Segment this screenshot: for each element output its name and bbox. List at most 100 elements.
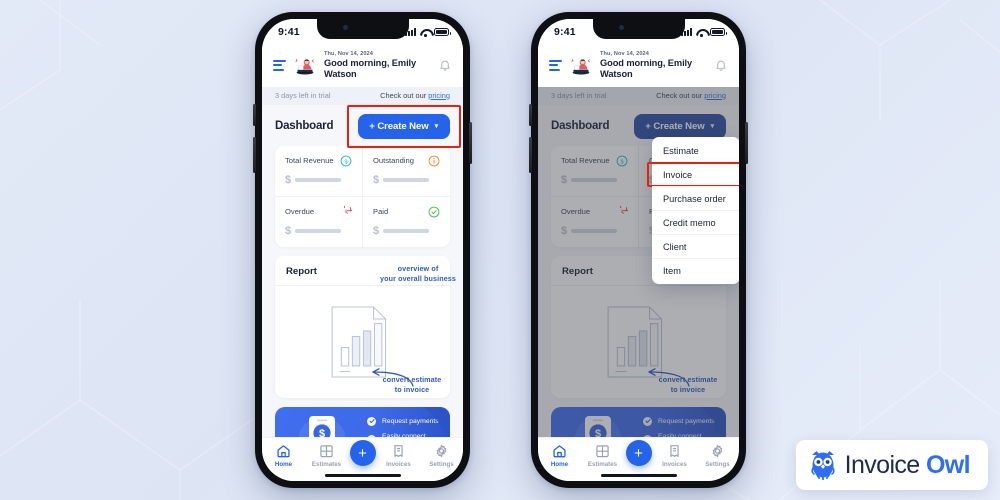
- stat-overdue[interactable]: Overdue $: [551, 197, 638, 247]
- phone-side-button: [469, 122, 472, 164]
- trial-days-left: 3 days left in trial: [551, 90, 607, 100]
- dollar-circle-icon: $: [340, 155, 352, 167]
- stat-paid[interactable]: Paid $: [362, 196, 450, 247]
- pricing-link[interactable]: pricing: [428, 91, 450, 100]
- dropdown-item-item[interactable]: Item: [652, 258, 739, 282]
- phone-mockup-right: 9:41 Thu, Nov 14, 2024 Good morning, Emi…: [529, 12, 748, 488]
- report-card: Report overview ofyour overall business: [275, 255, 456, 398]
- create-new-wrapper: + Create New ▾: [347, 104, 461, 148]
- phone-side-button: [745, 122, 748, 164]
- plus-icon: +: [358, 444, 367, 462]
- annotation-convert: convert estimate to invoice: [382, 374, 442, 395]
- nav-label: Settings: [705, 460, 730, 468]
- check-circle-icon: [428, 206, 440, 218]
- create-new-button[interactable]: + Create New ▾: [634, 113, 726, 139]
- stat-total-revenue[interactable]: Total Revenue $ $: [551, 146, 638, 196]
- check-icon: [643, 416, 652, 426]
- promo-decor-swoosh: [424, 406, 450, 437]
- front-camera-icon: [618, 25, 624, 30]
- nav-label: Home: [550, 460, 569, 468]
- nav-item-settings[interactable]: Settings: [698, 444, 738, 468]
- stat-value: $: [373, 225, 440, 237]
- promo-decor-swoosh: [700, 406, 726, 437]
- battery-icon: [710, 28, 727, 36]
- stat-label: Total Revenue: [285, 156, 334, 166]
- phone-screen-right: 9:41 Thu, Nov 14, 2024 Good morning, Emi…: [538, 19, 739, 481]
- stat-overdue[interactable]: Overdue $: [275, 197, 362, 247]
- phone-mockup-left: 9:41 Thu, Nov 14, 2024 Good morning, Emi…: [253, 12, 472, 488]
- nav-item-settings[interactable]: Settings: [422, 444, 462, 468]
- currency-symbol: $: [285, 173, 292, 186]
- stat-label: Paid: [373, 207, 389, 217]
- nav-item-invoices[interactable]: Invoices: [655, 444, 695, 468]
- nav-item-estimates[interactable]: Estimates: [583, 444, 623, 468]
- dropdown-item-purchase-order[interactable]: Purchase order: [652, 186, 739, 210]
- gear-icon: [712, 444, 723, 458]
- pricing-link[interactable]: pricing: [704, 91, 726, 100]
- promo-banner[interactable]: $ Request payments Easily connect: [275, 406, 450, 437]
- nav-item-invoices[interactable]: Invoices: [379, 444, 419, 468]
- create-new-dropdown[interactable]: Estimate Invoice Purchase order Credit m…: [647, 137, 739, 284]
- create-fab-button[interactable]: +: [349, 440, 376, 466]
- app-container-left: Thu, Nov 14, 2024 Good morning, Emily Wa…: [262, 45, 463, 481]
- header-text: Thu, Nov 14, 2024 Good morning, Emily Wa…: [600, 51, 708, 80]
- info-circle-icon: [428, 155, 440, 167]
- status-bar-time: 9:41: [554, 26, 576, 38]
- screenshot-stage: 9:41 Thu, Nov 14, 2024 Good morning, Emi…: [0, 0, 1000, 500]
- nav-item-estimates[interactable]: Estimates: [307, 444, 347, 468]
- stat-label: Outstanding: [373, 156, 414, 166]
- stats-row: Total Revenue $ $: [275, 145, 450, 196]
- stat-total-revenue[interactable]: Total Revenue $ $: [275, 146, 362, 196]
- chevron-down-icon: ▾: [434, 123, 439, 131]
- create-fab-button[interactable]: +: [625, 440, 652, 466]
- page-title: Dashboard: [275, 120, 334, 133]
- value-placeholder-bar: [295, 178, 342, 182]
- dropdown-item-credit-memo[interactable]: Credit memo: [652, 210, 739, 234]
- app-header: Thu, Nov 14, 2024 Good morning, Emily Wa…: [262, 45, 463, 87]
- status-bar-icons: [681, 28, 727, 37]
- nav-item-home[interactable]: Home: [264, 444, 304, 468]
- stats-card: Total Revenue $ $: [275, 145, 450, 247]
- nav-label: Invoices: [386, 460, 411, 468]
- svg-text:$: $: [595, 428, 601, 437]
- check-icon: [367, 416, 376, 426]
- stat-label: Overdue: [285, 207, 315, 217]
- clock-refresh-icon: [344, 205, 352, 214]
- notification-bell-icon[interactable]: [439, 59, 451, 72]
- logo-wordmark: Invoice Owl: [845, 452, 971, 478]
- header-date: Thu, Nov 14, 2024: [324, 51, 373, 57]
- home-icon: [277, 445, 290, 458]
- svg-text:$: $: [620, 159, 624, 165]
- phone-notch: [592, 19, 685, 39]
- notification-bell-icon[interactable]: [715, 59, 727, 72]
- header-date: Thu, Nov 14, 2024: [600, 51, 649, 57]
- stat-outstanding[interactable]: Outstanding $: [362, 145, 450, 196]
- invoice-icon: [394, 445, 403, 457]
- nav-label: Estimates: [587, 460, 618, 468]
- hamburger-menu-icon[interactable]: [273, 59, 286, 71]
- stat-value: $: [285, 174, 352, 186]
- app-container-right: Thu, Nov 14, 2024 Good morning, Emily Wa…: [538, 45, 739, 481]
- trial-banner: 3 days left in trial Check out our prici…: [262, 86, 463, 105]
- dropdown-item-invoice[interactable]: Invoice: [647, 162, 739, 187]
- battery-icon: [434, 28, 451, 36]
- chevron-down-icon: ▾: [710, 123, 715, 131]
- dropdown-item-client[interactable]: Client: [652, 234, 739, 258]
- create-new-label: + Create New: [645, 120, 705, 132]
- clock-refresh-icon: [620, 205, 628, 214]
- dashboard-header-row: Dashboard + Create New ▾: [262, 104, 463, 148]
- hamburger-menu-icon[interactable]: [549, 59, 562, 71]
- phone-screen-left: 9:41 Thu, Nov 14, 2024 Good morning, Emi…: [262, 19, 463, 481]
- value-placeholder-bar: [383, 178, 430, 182]
- nav-item-home[interactable]: Home: [540, 444, 580, 468]
- app-header: Thu, Nov 14, 2024 Good morning, Emily Wa…: [538, 45, 739, 87]
- currency-symbol: $: [285, 224, 292, 237]
- trial-pricing-prefix: Check out our: [656, 90, 705, 100]
- promo-banner[interactable]: $ Request payments Easily connect: [551, 406, 726, 437]
- user-avatar-illustration: [295, 59, 315, 75]
- create-new-button[interactable]: + Create New ▾: [358, 113, 450, 139]
- currency-symbol: $: [373, 224, 380, 237]
- phone-dollar-illustration: $: [574, 415, 622, 437]
- dropdown-item-estimate[interactable]: Estimate: [652, 139, 739, 162]
- report-illustration-area: overview ofyour overall business: [275, 264, 456, 398]
